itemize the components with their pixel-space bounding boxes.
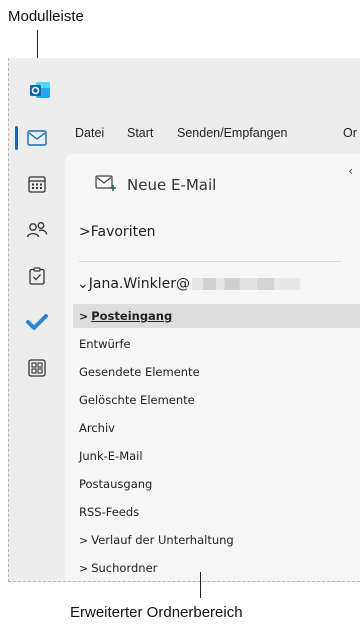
tab-start[interactable]: Start (127, 126, 153, 140)
folder-label: Posteingang (91, 309, 173, 323)
divider (79, 261, 341, 262)
annotation-folder-pane: Erweiterter Ordnerbereich (70, 604, 243, 621)
tab-ordner[interactable]: Or (343, 126, 357, 140)
folder-posteingang[interactable]: > Posteingang (73, 304, 360, 328)
folder-label: Suchordner (91, 561, 158, 575)
favorites-section[interactable]: >Favoriten (79, 224, 156, 240)
folder-label: Postausgang (79, 477, 153, 491)
module-tasks[interactable] (9, 256, 65, 296)
new-mail-button[interactable]: Neue E-Mail (95, 174, 216, 196)
folder-label: RSS-Feeds (79, 505, 140, 519)
outlook-logo-icon (29, 80, 51, 100)
folder-junk-e-mail[interactable]: Junk-E-Mail (79, 444, 360, 468)
tab-senden-empfangen[interactable]: Senden/Empfangen (177, 126, 288, 140)
new-mail-label: Neue E-Mail (127, 176, 217, 194)
tasks-icon (29, 267, 45, 285)
module-apps[interactable] (9, 348, 65, 388)
annotation-line-bottom (200, 572, 201, 598)
folder-archiv[interactable]: Archiv (79, 416, 360, 440)
folder-label: Junk-E-Mail (79, 449, 143, 463)
folder-label: Archiv (79, 421, 115, 435)
folder-suchordner[interactable]: > Suchordner (79, 556, 360, 580)
folder-postausgang[interactable]: Postausgang (79, 472, 360, 496)
folder-gesendete-elemente[interactable]: Gesendete Elemente (79, 360, 360, 384)
module-mail[interactable] (9, 118, 65, 158)
folder-pane: ‹ Neue E-Mail >Favoriten ⌄ Jana.Winkler@ … (65, 154, 360, 581)
chevron-right-icon: > (79, 224, 91, 240)
chevron-right-icon: > (79, 533, 89, 547)
annotation-module-bar: Modulleiste (8, 8, 84, 25)
chevron-down-icon: ⌄ (77, 276, 89, 292)
folder-entwuerfe[interactable]: Entwürfe (79, 332, 360, 356)
account-label: Jana.Winkler@ (88, 276, 191, 292)
mail-icon (27, 130, 47, 146)
people-icon (26, 221, 48, 239)
module-people[interactable] (9, 210, 65, 250)
apps-icon (28, 359, 46, 377)
module-bar (9, 58, 65, 581)
chevron-right-icon: > (79, 561, 89, 575)
todo-check-icon (26, 313, 48, 331)
collapse-pane-chevron-icon[interactable]: ‹ (348, 164, 353, 178)
folder-verlauf-der-unterhaltung[interactable]: > Verlauf der Unterhaltung (79, 528, 360, 552)
folder-rss-feeds[interactable]: RSS-Feeds (79, 500, 360, 524)
folder-geloeschte-elemente[interactable]: Gelöschte Elemente (79, 388, 360, 412)
module-calendar[interactable] (9, 164, 65, 204)
folder-label: Verlauf der Unterhaltung (91, 533, 234, 547)
redacted-email-domain (192, 278, 301, 290)
favorites-label: Favoriten (90, 224, 156, 240)
new-mail-icon (95, 174, 117, 196)
ribbon-tabs: Datei Start Senden/Empfangen Or (65, 116, 360, 152)
module-todo[interactable] (9, 302, 65, 342)
folder-label: Gesendete Elemente (79, 365, 200, 379)
folder-label: Entwürfe (79, 337, 131, 351)
calendar-icon (28, 175, 46, 193)
outlook-window: Datei Start Senden/Empfangen Or ‹ Neue E… (8, 58, 360, 582)
tab-datei[interactable]: Datei (75, 126, 104, 140)
account-section[interactable]: ⌄ Jana.Winkler@ (77, 276, 301, 292)
chevron-right-icon: > (79, 309, 89, 323)
folder-label: Gelöschte Elemente (79, 393, 195, 407)
